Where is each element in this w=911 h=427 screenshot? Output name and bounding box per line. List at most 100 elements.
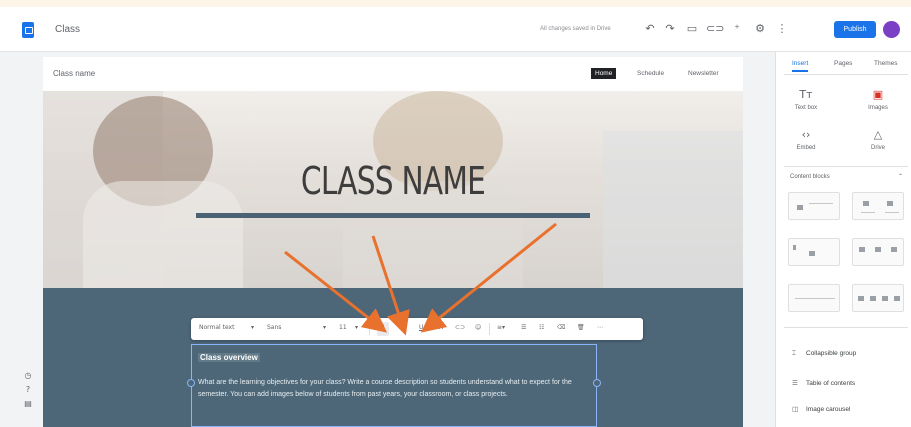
link-icon[interactable]: ⊂⊃ bbox=[706, 21, 724, 37]
insert-images[interactable]: ▣ Images bbox=[858, 88, 898, 111]
ft-separator bbox=[489, 323, 490, 335]
hero-title[interactable]: CLASS NAME bbox=[120, 159, 666, 203]
image-icon: ▣ bbox=[872, 88, 884, 101]
nav-home[interactable]: Home bbox=[591, 68, 617, 79]
layout-mini-image bbox=[797, 205, 803, 210]
panel-divider bbox=[784, 327, 908, 328]
site-name[interactable]: Class name bbox=[53, 69, 95, 78]
layout-three-column[interactable] bbox=[852, 238, 904, 266]
sites-logo-icon[interactable] bbox=[22, 22, 34, 38]
font-select[interactable]: Sans bbox=[267, 324, 281, 331]
align-icon[interactable]: ≡▾ bbox=[497, 324, 505, 331]
text-box-selected[interactable]: Class overview What are the learning obj… bbox=[187, 344, 601, 427]
nav-newsletter[interactable]: Newsletter bbox=[684, 68, 723, 79]
ft-separator bbox=[369, 323, 370, 335]
clear-format-icon[interactable]: ⌫ bbox=[557, 324, 565, 331]
layout-mini-line bbox=[809, 203, 833, 204]
hero-banner[interactable]: CLASS NAME bbox=[43, 91, 743, 288]
collapsible-icon: ⌶ bbox=[792, 349, 796, 357]
delete-icon[interactable]: 🗑 bbox=[577, 324, 585, 331]
document-title[interactable]: Class bbox=[55, 24, 80, 35]
help-icon[interactable]: ? bbox=[22, 384, 34, 396]
insert-embed-label: Embed bbox=[796, 145, 816, 151]
site-page: Class name Home Schedule Newsletter CLAS… bbox=[43, 57, 743, 427]
bold-icon[interactable]: B bbox=[380, 324, 385, 331]
text-color-icon[interactable]: A bbox=[439, 324, 443, 331]
add-person-icon[interactable]: ⁺ bbox=[729, 21, 745, 37]
bulleted-list-icon[interactable]: ☰ bbox=[521, 324, 526, 331]
save-status: All changes saved in Drive bbox=[540, 26, 611, 32]
dropdown-chevron-icon[interactable]: ▾ bbox=[251, 324, 254, 331]
resize-handle-right[interactable] bbox=[593, 379, 601, 387]
collapsible-label: Collapsible group bbox=[806, 350, 857, 357]
layout-mini-line bbox=[885, 212, 899, 213]
avatar[interactable] bbox=[883, 21, 900, 38]
layout-mini-line bbox=[795, 298, 835, 299]
report-icon[interactable]: ▤ bbox=[22, 398, 34, 410]
link-icon[interactable]: ⊂⊃ bbox=[455, 324, 465, 331]
underline-icon[interactable]: U bbox=[419, 324, 423, 331]
undo-icon[interactable]: ↶ bbox=[642, 21, 658, 37]
text-format-toolbar: Normal text ▾ Sans ▾ 11 ▾ B I U A ⊂⊃ ☺ ≡… bbox=[191, 318, 643, 340]
layout-side-image[interactable] bbox=[788, 238, 840, 266]
toc-icon: ☰ bbox=[792, 379, 798, 387]
layout-image-text[interactable] bbox=[788, 192, 840, 220]
insert-image-carousel[interactable]: ◫ Image carousel bbox=[792, 405, 850, 413]
collapse-icon[interactable]: ⌃ bbox=[898, 173, 903, 180]
paragraph-style-select[interactable]: Normal text bbox=[199, 324, 234, 331]
redo-icon[interactable]: ↷ bbox=[662, 21, 678, 37]
dropdown-chevron-icon[interactable]: ▾ bbox=[355, 324, 358, 331]
layout-mini-image bbox=[859, 247, 865, 252]
insert-drive-label: Drive bbox=[870, 145, 885, 151]
insert-text-box-label: Text box bbox=[794, 105, 818, 111]
carousel-label: Image carousel bbox=[806, 406, 851, 413]
layout-mini-image bbox=[793, 245, 796, 250]
content-blocks-label: Content blocks bbox=[790, 174, 830, 180]
toc-label: Table of contents bbox=[806, 380, 856, 387]
insert-table-of-contents[interactable]: ☰ Table of contents bbox=[792, 379, 855, 387]
text-box-body[interactable]: What are the learning objectives for you… bbox=[198, 377, 590, 401]
insert-panel: Insert Pages Themes Tт Text box ▣ Images… bbox=[775, 52, 911, 427]
hero-divider bbox=[196, 213, 590, 218]
preview-icon[interactable]: ▭ bbox=[684, 21, 700, 37]
layout-mini-image bbox=[875, 247, 881, 252]
resize-handle-left[interactable] bbox=[187, 379, 195, 387]
insert-embed[interactable]: ‹› Embed bbox=[786, 128, 826, 151]
insert-text-box[interactable]: Tт Text box bbox=[786, 88, 826, 111]
numbered-list-icon[interactable]: ☷ bbox=[539, 324, 544, 331]
layout-mini-image bbox=[891, 247, 897, 252]
layout-mini-image bbox=[858, 296, 864, 301]
emoji-icon[interactable]: ☺ bbox=[475, 324, 481, 331]
layout-mini-image bbox=[863, 201, 869, 206]
content-section[interactable]: Normal text ▾ Sans ▾ 11 ▾ B I U A ⊂⊃ ☺ ≡… bbox=[43, 288, 743, 427]
layout-mini-image bbox=[894, 296, 900, 301]
layout-text-grid[interactable] bbox=[788, 284, 840, 312]
layout-mini-image bbox=[809, 251, 815, 256]
top-bar: Class All changes saved in Drive ↶ ↷ ▭ ⊂… bbox=[0, 0, 911, 52]
dropdown-chevron-icon[interactable]: ▾ bbox=[323, 324, 326, 331]
tab-pages[interactable]: Pages bbox=[834, 60, 852, 67]
insert-drive[interactable]: △ Drive bbox=[858, 128, 898, 151]
text-box-icon: Tт bbox=[799, 88, 813, 101]
tab-themes[interactable]: Themes bbox=[874, 60, 897, 67]
site-header: Class name Home Schedule Newsletter bbox=[43, 57, 743, 91]
italic-icon[interactable]: I bbox=[399, 324, 401, 331]
top-tint bbox=[0, 0, 911, 7]
insert-images-label: Images bbox=[868, 105, 888, 111]
layout-two-column[interactable] bbox=[852, 192, 904, 220]
insert-collapsible-group[interactable]: ⌶ Collapsible group bbox=[792, 349, 856, 358]
settings-icon[interactable]: ⚙ bbox=[752, 21, 768, 37]
publish-button[interactable]: Publish bbox=[834, 21, 876, 38]
layout-four-column[interactable] bbox=[852, 284, 904, 312]
carousel-icon: ◫ bbox=[792, 405, 799, 413]
font-size-select[interactable]: 11 bbox=[339, 324, 347, 331]
panel-divider bbox=[784, 166, 908, 167]
undo-history-icon[interactable]: ◷ bbox=[22, 370, 34, 382]
layout-mini-image bbox=[870, 296, 876, 301]
nav-schedule[interactable]: Schedule bbox=[633, 68, 668, 79]
more-icon[interactable]: ⋮ bbox=[774, 21, 790, 37]
layout-mini-image bbox=[882, 296, 888, 301]
text-box-heading[interactable]: Class overview bbox=[198, 353, 260, 362]
tab-insert[interactable]: Insert bbox=[792, 60, 809, 72]
more-icon[interactable]: ⋯ bbox=[597, 324, 603, 331]
